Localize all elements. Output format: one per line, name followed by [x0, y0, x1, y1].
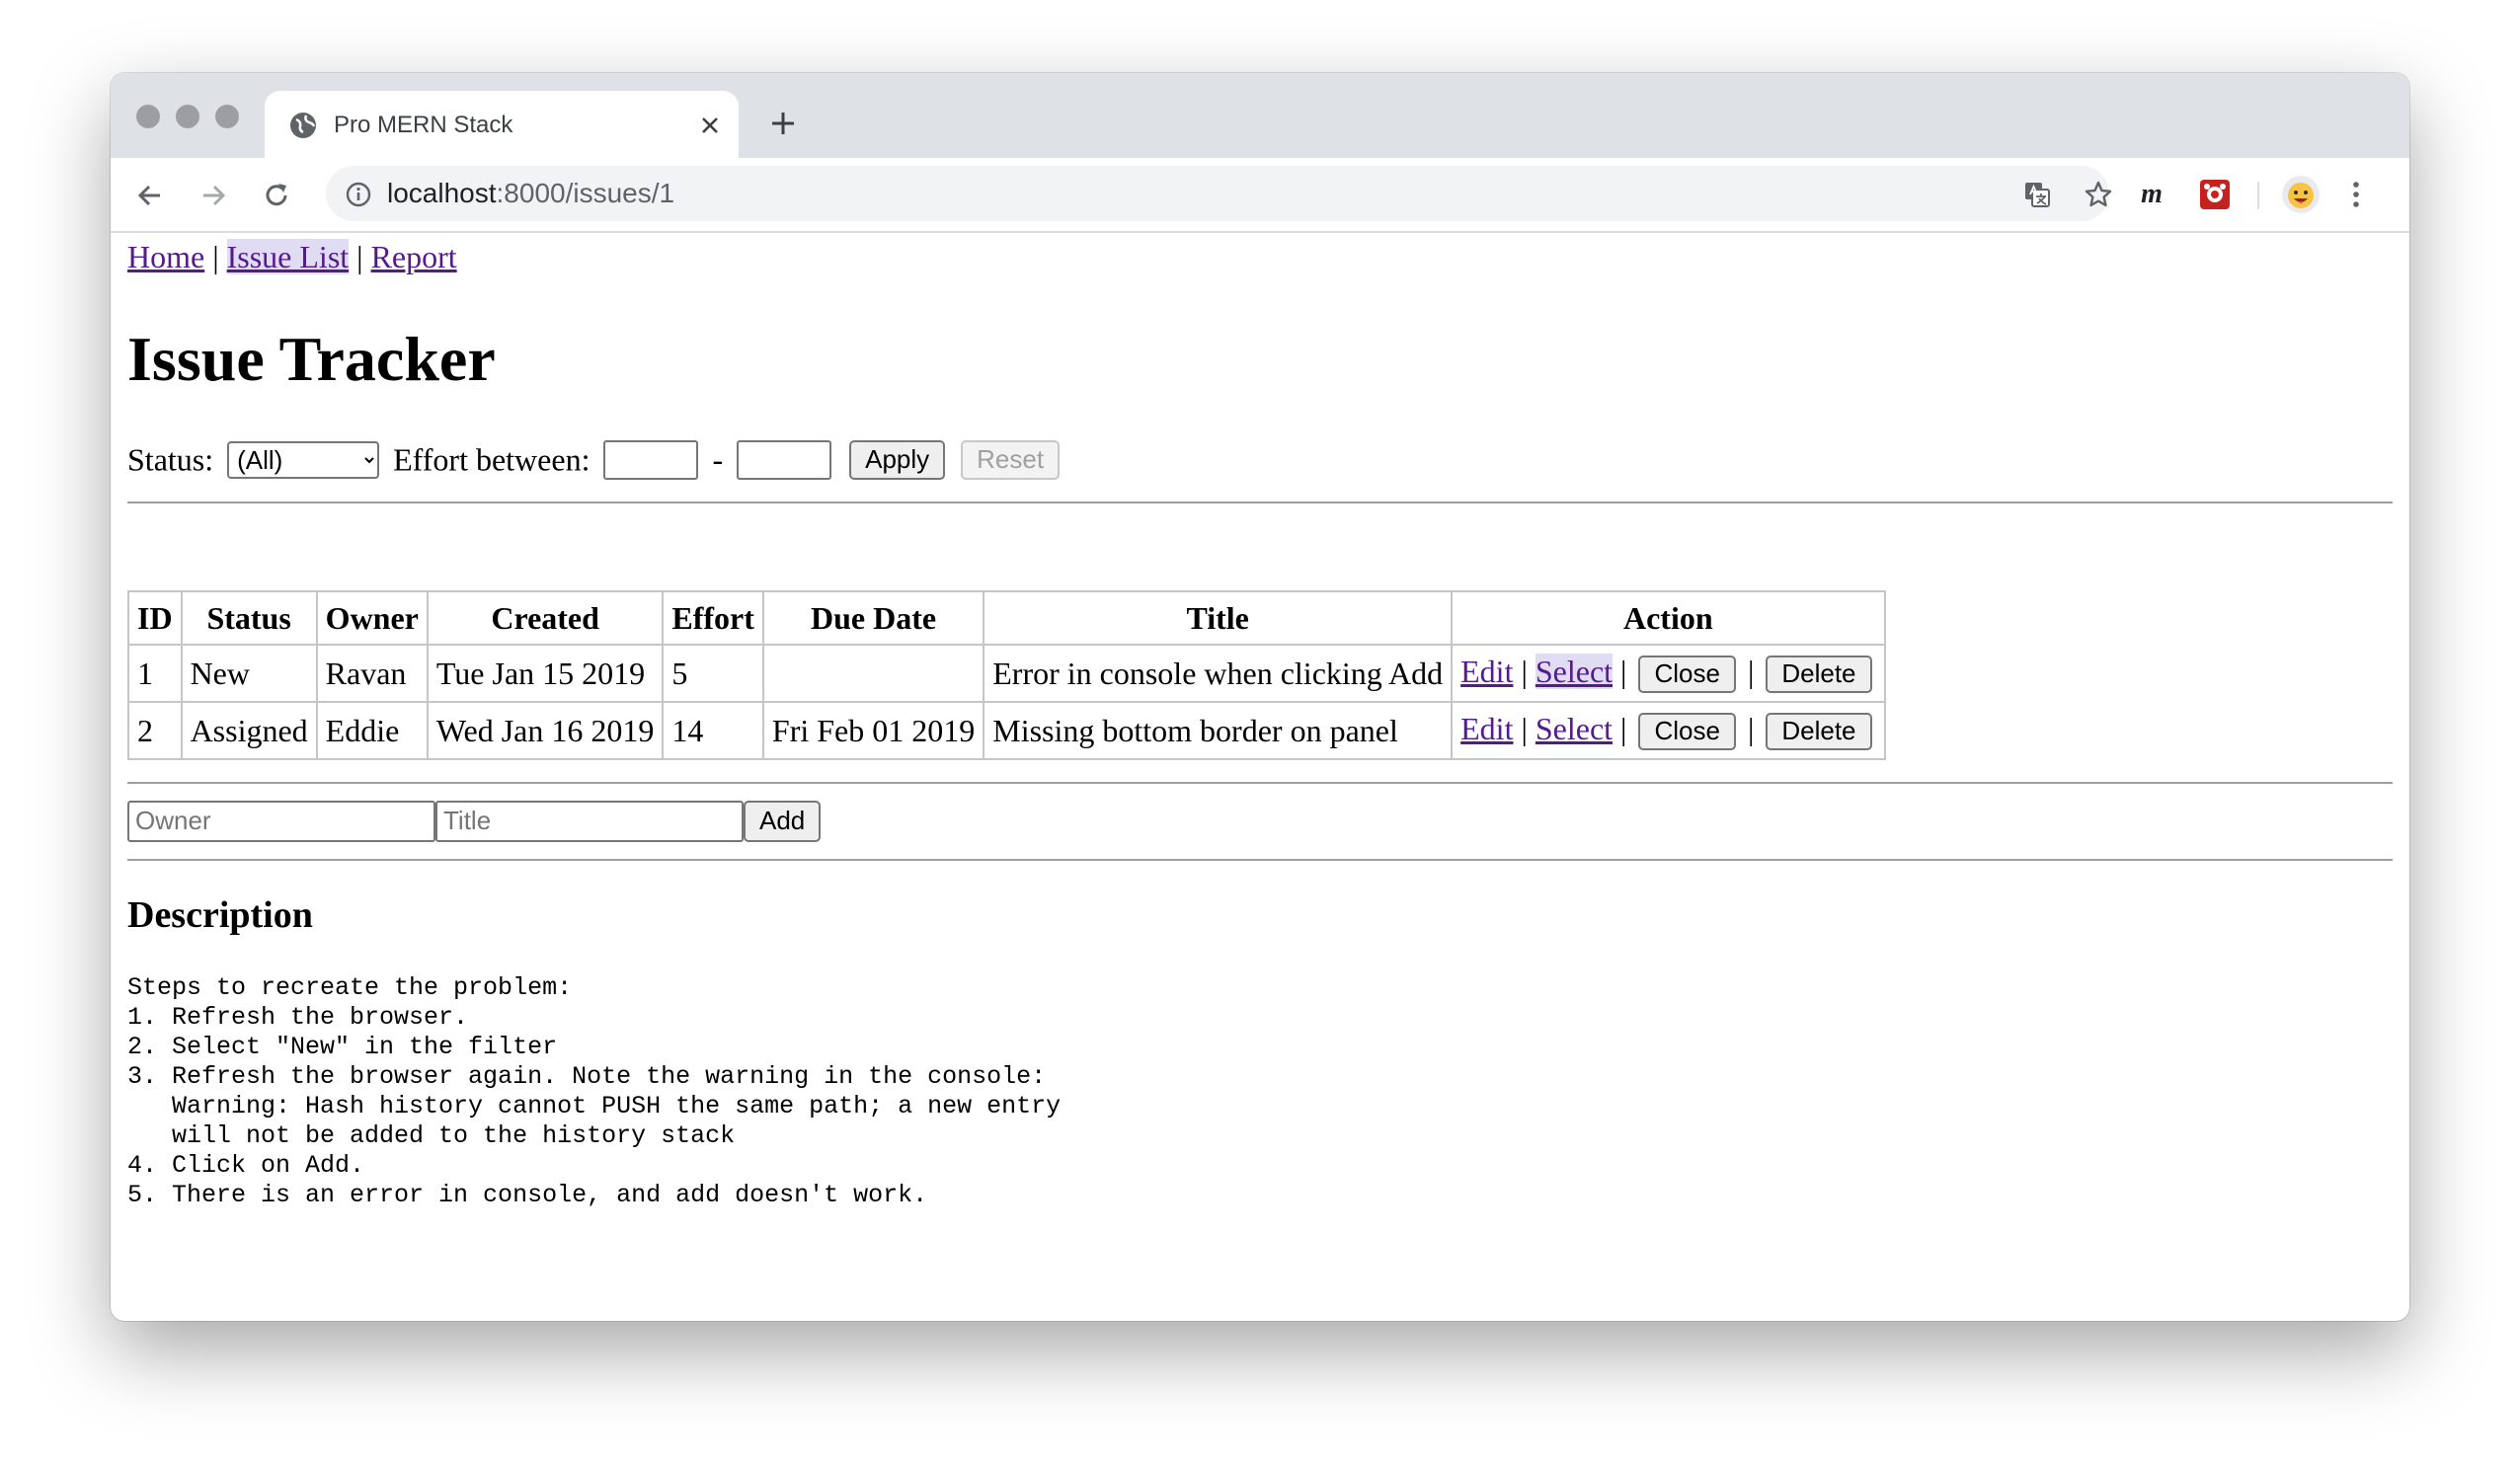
effort-label: Effort between: [393, 441, 591, 478]
select-link[interactable]: Select [1536, 711, 1613, 746]
url-text: localhost:8000/issues/1 [387, 178, 675, 208]
close-tab-icon[interactable] [699, 115, 721, 136]
cell-status: Assigned [180, 701, 318, 760]
nav-separator: | [212, 239, 219, 274]
close-window-button[interactable] [136, 105, 160, 128]
effort-dash: - [712, 441, 724, 478]
cell-owner: Ravan [315, 644, 429, 703]
effort-min-input[interactable] [603, 439, 699, 480]
close-button[interactable]: Close [1638, 712, 1736, 750]
tab-title: Pro MERN Stack [334, 112, 513, 138]
tab-strip: Pro MERN Stack [111, 73, 2409, 158]
cell-owner: Eddie [315, 701, 429, 760]
address-bar[interactable]: localhost:8000/issues/1 [326, 166, 2112, 221]
column-header: Created [426, 590, 665, 646]
status-label: Status: [127, 441, 214, 478]
action-separator: | [1747, 654, 1755, 690]
table-header-row: ID Status Owner Created Effort Due Date … [127, 590, 1886, 646]
cell-created: Tue Jan 15 2019 [426, 644, 665, 703]
nav-separator: | [356, 239, 363, 274]
star-icon[interactable] [2084, 180, 2113, 209]
effort-max-input[interactable] [737, 439, 832, 480]
issue-filter: Status: (All) Effort between: - Apply Re… [127, 434, 1063, 480]
action-separator: | [1620, 654, 1627, 690]
cell-due-date: Fri Feb 01 2019 [761, 701, 985, 760]
forward-icon[interactable] [197, 180, 229, 211]
cell-title: Missing bottom border on panel [983, 701, 1454, 760]
column-header: ID [127, 590, 183, 646]
table-row: 1 New Ravan Tue Jan 15 2019 5 Error in c… [127, 644, 1886, 703]
action-separator: | [1521, 654, 1528, 690]
extension-m-icon[interactable]: m [2135, 178, 2168, 211]
delete-button[interactable]: Delete [1766, 655, 1872, 693]
close-button[interactable]: Close [1638, 655, 1736, 693]
action-separator: | [1747, 711, 1755, 747]
cell-effort: 14 [662, 701, 764, 760]
profile-avatar-icon[interactable] [2281, 175, 2321, 214]
browser-toolbar: localhost:8000/issues/1 m [111, 158, 2409, 233]
nav-issue-list-link[interactable]: Issue List [226, 239, 350, 274]
cell-id: 1 [127, 644, 183, 703]
edit-link[interactable]: Edit [1460, 654, 1513, 689]
divider [127, 502, 2393, 503]
column-header: Action [1451, 590, 1886, 646]
action-separator: | [1620, 711, 1627, 747]
extension-red-icon[interactable] [2198, 178, 2232, 211]
cell-id: 2 [127, 701, 183, 760]
translate-icon[interactable] [2022, 180, 2052, 209]
select-link[interactable]: Select [1535, 654, 1614, 690]
status-select[interactable]: (All) [227, 440, 380, 479]
browser-window: Pro MERN Stack localhost:8000/issues/1 m… [111, 73, 2409, 1321]
column-header: Due Date [761, 590, 985, 646]
reload-icon[interactable] [261, 180, 292, 211]
delete-button[interactable]: Delete [1766, 712, 1872, 750]
add-button[interactable]: Add [744, 800, 822, 842]
issue-add-form: Add [127, 800, 822, 843]
cell-actions: Edit | Select | Close | Delete [1451, 644, 1886, 703]
site-info-icon[interactable] [346, 182, 371, 207]
page-title: Issue Tracker [127, 324, 496, 394]
description-text: Steps to recreate the problem: 1. Refres… [127, 973, 1062, 1209]
svg-text:m: m [2141, 179, 2163, 209]
nav-bar: Home | Issue List | Report [127, 237, 457, 276]
column-header: Status [180, 590, 318, 646]
back-icon[interactable] [134, 180, 166, 211]
cell-title: Error in console when clicking Add [983, 644, 1454, 703]
cell-actions: Edit | Select | Close | Delete [1451, 701, 1886, 760]
divider [127, 782, 2393, 784]
browser-tab[interactable]: Pro MERN Stack [265, 91, 739, 158]
nav-home-link[interactable]: Home [127, 239, 204, 274]
toolbar-divider [2257, 182, 2259, 209]
cell-due-date [761, 644, 985, 703]
maximize-window-button[interactable] [215, 105, 239, 128]
minimize-window-button[interactable] [176, 105, 199, 128]
column-header: Effort [662, 590, 764, 646]
menu-kebab-icon[interactable] [2346, 178, 2366, 211]
apply-button[interactable]: Apply [849, 439, 946, 480]
title-input[interactable] [435, 800, 744, 842]
description-heading: Description [127, 894, 313, 936]
column-header: Owner [315, 590, 429, 646]
globe-icon [290, 113, 316, 138]
column-header: Title [983, 590, 1454, 646]
divider [127, 859, 2393, 861]
owner-input[interactable] [127, 800, 435, 842]
nav-report-link[interactable]: Report [371, 239, 457, 274]
new-tab-icon[interactable] [768, 109, 798, 138]
table-row: 2 Assigned Eddie Wed Jan 16 2019 14 Fri … [127, 701, 1886, 760]
cell-created: Wed Jan 16 2019 [426, 701, 665, 760]
edit-link[interactable]: Edit [1460, 711, 1513, 746]
reset-button[interactable]: Reset [961, 439, 1061, 480]
action-separator: | [1521, 711, 1528, 747]
cell-status: New [180, 644, 318, 703]
cell-effort: 5 [662, 644, 764, 703]
issue-table: ID Status Owner Created Effort Due Date … [127, 590, 1886, 760]
